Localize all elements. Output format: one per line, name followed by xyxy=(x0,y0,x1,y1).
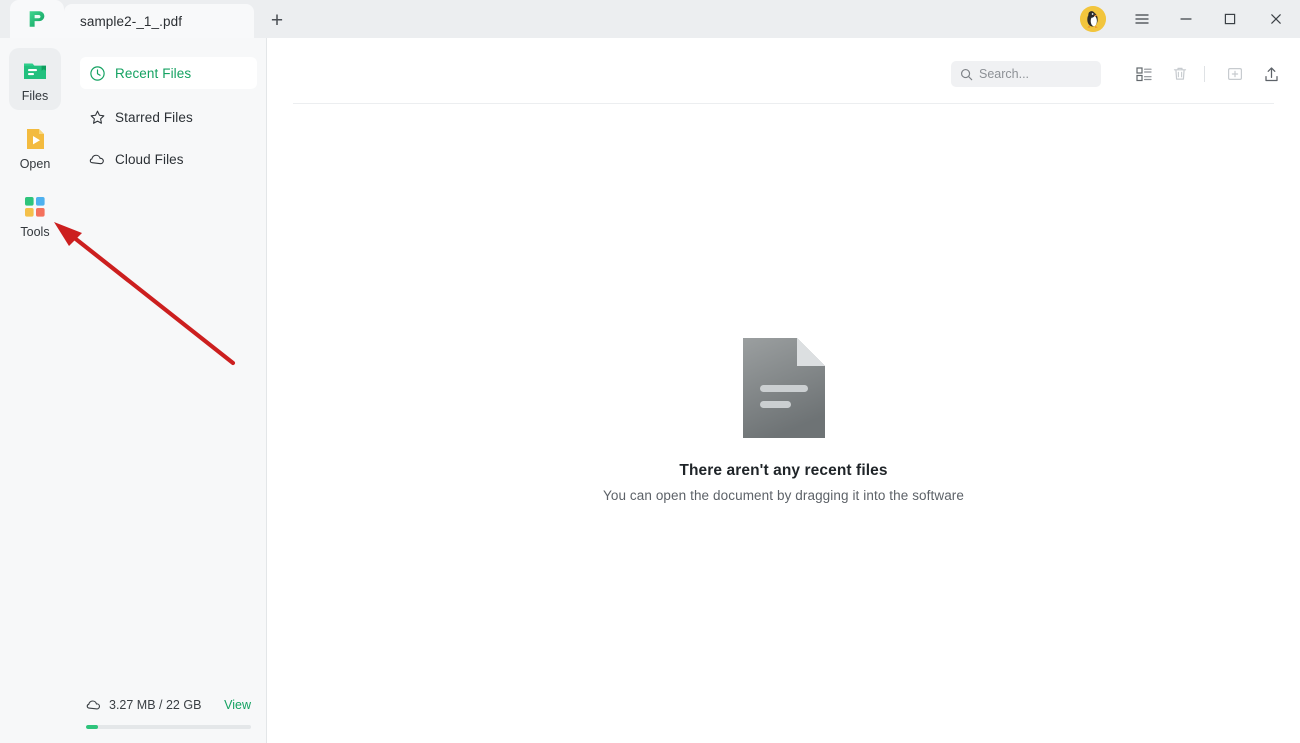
close-button[interactable] xyxy=(1252,0,1300,38)
maximize-button[interactable] xyxy=(1208,0,1252,38)
title-bar: sample2-_1_.pdf + xyxy=(0,0,1300,38)
list-view-icon xyxy=(1136,67,1152,82)
document-placeholder-icon xyxy=(742,338,825,438)
user-avatar-penguin-icon xyxy=(1080,6,1106,32)
minimize-icon xyxy=(1180,18,1192,20)
add-folder-icon xyxy=(1227,67,1243,81)
storage-progress-bar xyxy=(86,725,251,729)
tools-grid-icon xyxy=(25,197,45,217)
cloud-icon xyxy=(86,700,101,710)
trash-icon xyxy=(1173,67,1187,80)
empty-state: There aren't any recent files You can op… xyxy=(267,338,1300,503)
storage-progress-fill xyxy=(86,725,98,729)
cloud-icon xyxy=(89,154,104,164)
storage-usage-text: 3.27 MB / 22 GB xyxy=(109,698,202,712)
storage-view-link[interactable]: View xyxy=(224,698,251,712)
open-icon xyxy=(27,129,44,149)
document-tab[interactable]: sample2-_1_.pdf xyxy=(64,4,254,38)
clock-icon xyxy=(90,65,105,81)
pdf-app-logo-icon xyxy=(29,11,45,27)
app-logo-tab[interactable] xyxy=(10,0,64,38)
menu-button[interactable] xyxy=(1120,0,1164,38)
panel-item-cloud-files[interactable]: Cloud Files xyxy=(80,143,257,175)
panel-item-recent-files[interactable]: Recent Files xyxy=(80,57,257,89)
panel-item-recent-files-label: Recent Files xyxy=(115,65,192,81)
files-panel: Recent Files Starred Files Cloud Files 3… xyxy=(70,38,267,743)
app-window: sample2-_1_.pdf + Files Open Tools Recen… xyxy=(0,0,1300,743)
search-box[interactable] xyxy=(951,61,1101,87)
storage-widget: 3.27 MB / 22 GB View xyxy=(70,695,267,729)
main-content: There aren't any recent files You can op… xyxy=(267,38,1300,743)
maximize-icon xyxy=(1224,13,1236,25)
rail-item-files-label: Files xyxy=(21,89,49,103)
star-icon xyxy=(90,110,105,124)
toolbar-divider-rule xyxy=(293,103,1274,104)
trash-button[interactable] xyxy=(1165,60,1195,88)
rail-item-open[interactable]: Open xyxy=(9,116,61,178)
upload-button[interactable] xyxy=(1256,60,1286,88)
hamburger-menu-icon xyxy=(1135,14,1149,24)
new-tab-button[interactable]: + xyxy=(264,8,290,32)
add-folder-button[interactable] xyxy=(1220,60,1250,88)
avatar[interactable] xyxy=(1080,6,1106,32)
empty-state-title: There aren't any recent files xyxy=(679,462,888,479)
rail-item-tools-label: Tools xyxy=(20,225,50,239)
window-controls xyxy=(1080,0,1300,38)
list-view-button[interactable] xyxy=(1129,60,1159,88)
document-tab-label: sample2-_1_.pdf xyxy=(80,13,183,29)
storage-row: 3.27 MB / 22 GB View xyxy=(86,695,251,715)
content-toolbar xyxy=(951,60,1286,88)
empty-state-subtitle: You can open the document by dragging it… xyxy=(602,488,965,503)
panel-item-starred-files-label: Starred Files xyxy=(115,109,193,125)
rail-item-files[interactable]: Files xyxy=(9,48,61,110)
panel-item-starred-files[interactable]: Starred Files xyxy=(80,101,257,133)
left-rail: Files Open Tools xyxy=(0,38,70,743)
upload-icon xyxy=(1264,66,1278,81)
minimize-button[interactable] xyxy=(1164,0,1208,38)
rail-item-tools[interactable]: Tools xyxy=(9,184,61,246)
search-input[interactable] xyxy=(979,67,1089,81)
close-icon xyxy=(1271,14,1281,24)
files-icon xyxy=(24,63,46,79)
panel-item-cloud-files-label: Cloud Files xyxy=(115,151,184,167)
toolbar-divider xyxy=(1204,66,1205,82)
rail-item-open-label: Open xyxy=(19,157,51,171)
search-icon xyxy=(960,68,973,80)
